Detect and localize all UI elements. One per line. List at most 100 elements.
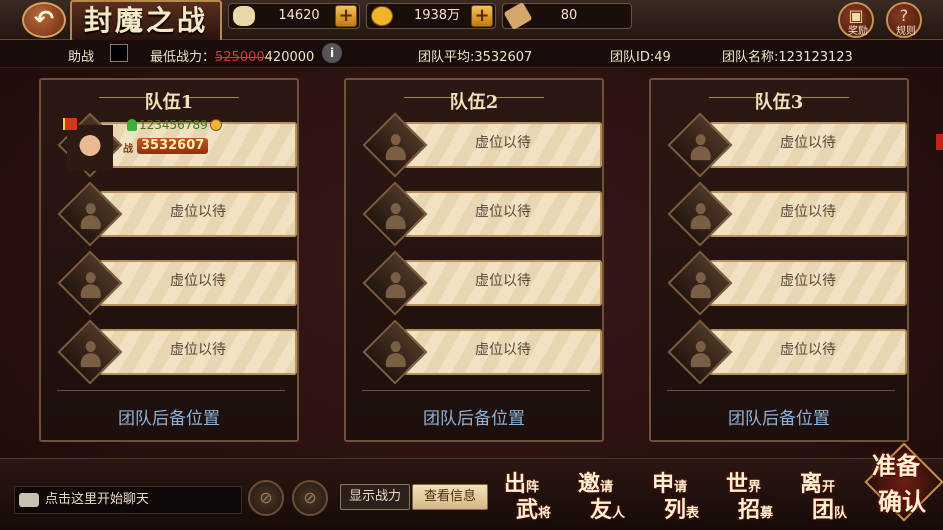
leader-flag-icon: [63, 118, 77, 130]
mic-mute-button[interactable]: ⊘: [292, 480, 328, 516]
team-slot-empty[interactable]: 虚位以待: [362, 112, 602, 178]
team-average: 团队平均:3532607: [418, 50, 533, 65]
show-power-button[interactable]: 显示战力: [340, 484, 410, 510]
action-char: 团: [812, 497, 835, 523]
add-coin-button[interactable]: +: [471, 5, 493, 27]
action-char: 认: [902, 487, 926, 516]
mic-off-icon: ⊘: [303, 488, 317, 507]
back-arrow-icon: ↶: [33, 5, 55, 33]
action-char: 友: [590, 497, 613, 523]
chat-bubble-icon: [19, 493, 39, 507]
team-reserve-slot[interactable]: 团队后备位置: [41, 404, 297, 429]
chat-input[interactable]: 点击这里开始聊天: [14, 486, 242, 514]
action-char: 列: [664, 497, 687, 523]
view-info-button[interactable]: 查看信息: [412, 484, 488, 510]
scroll-icon: [503, 1, 533, 31]
team-slot-empty[interactable]: 虚位以待: [362, 250, 602, 316]
min-power-old: 525000: [215, 50, 265, 65]
team-title: 队伍3: [754, 92, 804, 113]
person-silhouette-icon: [386, 203, 406, 229]
ingot-icon: [233, 6, 255, 26]
team-slot-empty[interactable]: 虚位以待: [57, 250, 297, 316]
page-title: 封魔之战: [70, 0, 222, 42]
rules-button[interactable]: ? 规则: [886, 2, 922, 38]
slot-status: 虚位以待: [475, 273, 531, 289]
slot-status: 虚位以待: [170, 342, 226, 358]
slot-status: 虚位以待: [475, 135, 531, 151]
speaker-off-icon: ⊘: [259, 488, 273, 507]
hero-name-text: 123456789: [139, 118, 208, 132]
info-icon[interactable]: i: [322, 43, 342, 63]
ingot-value: 14620: [278, 8, 320, 23]
team-reserve-slot[interactable]: 团队后备位置: [651, 404, 907, 429]
slot-status: 虚位以待: [170, 204, 226, 220]
team-slot-empty[interactable]: 虚位以待: [667, 112, 907, 178]
ready-confirm-button[interactable]: 准备 确认: [864, 442, 943, 526]
team-slot-empty[interactable]: 虚位以待: [362, 319, 602, 385]
min-power-label: 最低战力：: [150, 50, 216, 65]
person-silhouette-icon: [81, 272, 101, 298]
coin-value: 1938万: [413, 8, 461, 23]
slot-status: 虚位以待: [780, 204, 836, 220]
team-title: 队伍1: [144, 92, 194, 113]
invite-friends-button[interactable]: 邀请 友人: [574, 462, 638, 526]
team-slot-empty[interactable]: 虚位以待: [57, 319, 297, 385]
action-char: 表: [686, 506, 700, 521]
coin-icon: [371, 6, 393, 26]
assist-label: 助战: [68, 50, 95, 65]
team-slot-empty[interactable]: 虚位以待: [667, 250, 907, 316]
application-list-button[interactable]: 申请 列表: [648, 462, 712, 526]
slot-status: 虚位以待: [780, 342, 836, 358]
reward-button[interactable]: ▣ 奖励: [838, 2, 874, 38]
action-char: 武: [516, 497, 539, 523]
deploy-generals-button[interactable]: 出阵 武将: [500, 462, 564, 526]
action-char: 队: [834, 506, 848, 521]
person-silhouette-icon: [691, 272, 711, 298]
chat-placeholder: 点击这里开始聊天: [45, 492, 150, 507]
min-power-new: 420000: [264, 50, 315, 65]
action-char: 准: [872, 451, 896, 480]
team-slot-empty[interactable]: 虚位以待: [667, 319, 907, 385]
action-char: 将: [538, 506, 552, 521]
team-info-row: 助战 最低战力：525000420000 i 团队平均:3532607 团队ID…: [0, 40, 943, 68]
team-reserve-slot[interactable]: 团队后备位置: [346, 404, 602, 429]
scroll-resource: 80: [502, 1, 632, 31]
speaker-mute-button[interactable]: ⊘: [248, 480, 284, 516]
panel-divider: [667, 390, 895, 391]
action-char: 确: [878, 487, 902, 516]
panel-divider: [57, 390, 285, 391]
team-slot-hero[interactable]: 123456789 战 3532607: [57, 112, 297, 178]
panel-divider: [362, 390, 590, 391]
player-icon: [127, 119, 137, 131]
side-tab[interactable]: [936, 134, 943, 150]
person-silhouette-icon: [386, 272, 406, 298]
slot-status: 虚位以待: [170, 273, 226, 289]
ingot-resource: 14620 +: [228, 3, 360, 29]
person-silhouette-icon: [81, 203, 101, 229]
team-slot-empty[interactable]: 虚位以待: [362, 181, 602, 247]
team-slot-empty[interactable]: 虚位以待: [57, 181, 297, 247]
slot-status: 虚位以待: [780, 135, 836, 151]
team-panel-1: 队伍1 123456789 战 3532607 虚位以待 虚位以待 虚位以待 团…: [39, 78, 299, 442]
add-ingot-button[interactable]: +: [335, 5, 357, 27]
assist-checkbox[interactable]: [110, 44, 128, 62]
person-silhouette-icon: [691, 203, 711, 229]
team-id: 团队ID:49: [610, 50, 671, 65]
team-panel-2: 队伍2 虚位以待 虚位以待 虚位以待 虚位以待 团队后备位置: [344, 78, 604, 442]
team-slot-empty[interactable]: 虚位以待: [667, 181, 907, 247]
coin-resource: 1938万 +: [366, 3, 496, 29]
person-silhouette-icon: [81, 341, 101, 367]
person-silhouette-icon: [386, 134, 406, 160]
back-button[interactable]: ↶: [22, 2, 66, 38]
world-recruit-button[interactable]: 世界 招募: [722, 462, 786, 526]
gift-icon: ▣: [848, 6, 864, 25]
action-char: 人: [612, 506, 626, 521]
slot-status: 虚位以待: [780, 273, 836, 289]
slot-status: 虚位以待: [475, 204, 531, 220]
leave-team-button[interactable]: 离开 团队: [796, 462, 860, 526]
reward-label: 奖励: [848, 26, 868, 37]
team-panel-3: 队伍3 虚位以待 虚位以待 虚位以待 虚位以待 团队后备位置: [649, 78, 909, 442]
min-power: 最低战力：525000420000: [150, 46, 314, 65]
action-char: 招: [738, 497, 761, 523]
slot-status: 虚位以待: [475, 342, 531, 358]
